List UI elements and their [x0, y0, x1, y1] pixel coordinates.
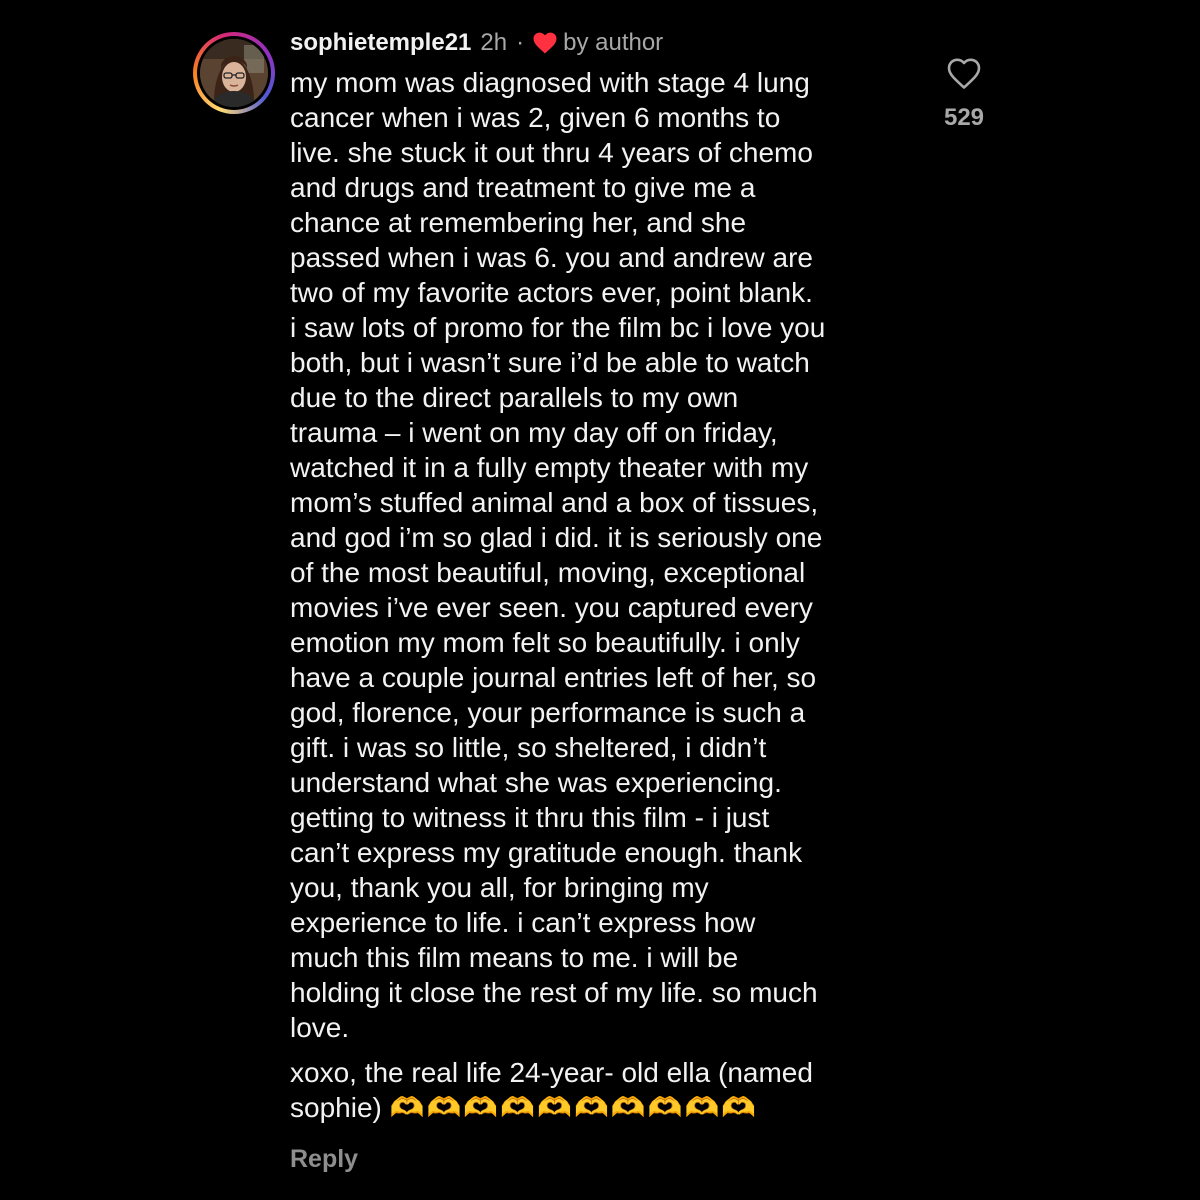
reply-button[interactable]: Reply	[290, 1145, 910, 1174]
heart-outline-icon[interactable]	[947, 58, 981, 90]
username[interactable]: sophietemple21	[290, 29, 471, 57]
timestamp: 2h	[480, 29, 508, 56]
comment-signoff: xoxo, the real life 24-year- old ella (n…	[290, 1055, 910, 1125]
avatar-portrait-icon	[200, 39, 268, 107]
like-column: 529	[926, 58, 1002, 132]
comment-text: my mom was diagnosed with stage 4 lung c…	[290, 67, 826, 1043]
heart-filled-icon	[533, 32, 557, 54]
avatar[interactable]	[193, 32, 275, 114]
heart-hands-emoji-row: 🫶🫶🫶🫶🫶🫶🫶🫶🫶🫶	[389, 1092, 759, 1123]
avatar-gap	[197, 36, 271, 110]
avatar-photo	[200, 39, 268, 107]
separator-dot: ·	[516, 29, 525, 56]
like-count: 529	[943, 104, 985, 131]
author-badge: by author	[563, 29, 664, 56]
comment-header: sophietemple21 2h · by author	[290, 28, 910, 58]
comment-body: sophietemple21 2h · by author my mom was…	[290, 28, 910, 1174]
